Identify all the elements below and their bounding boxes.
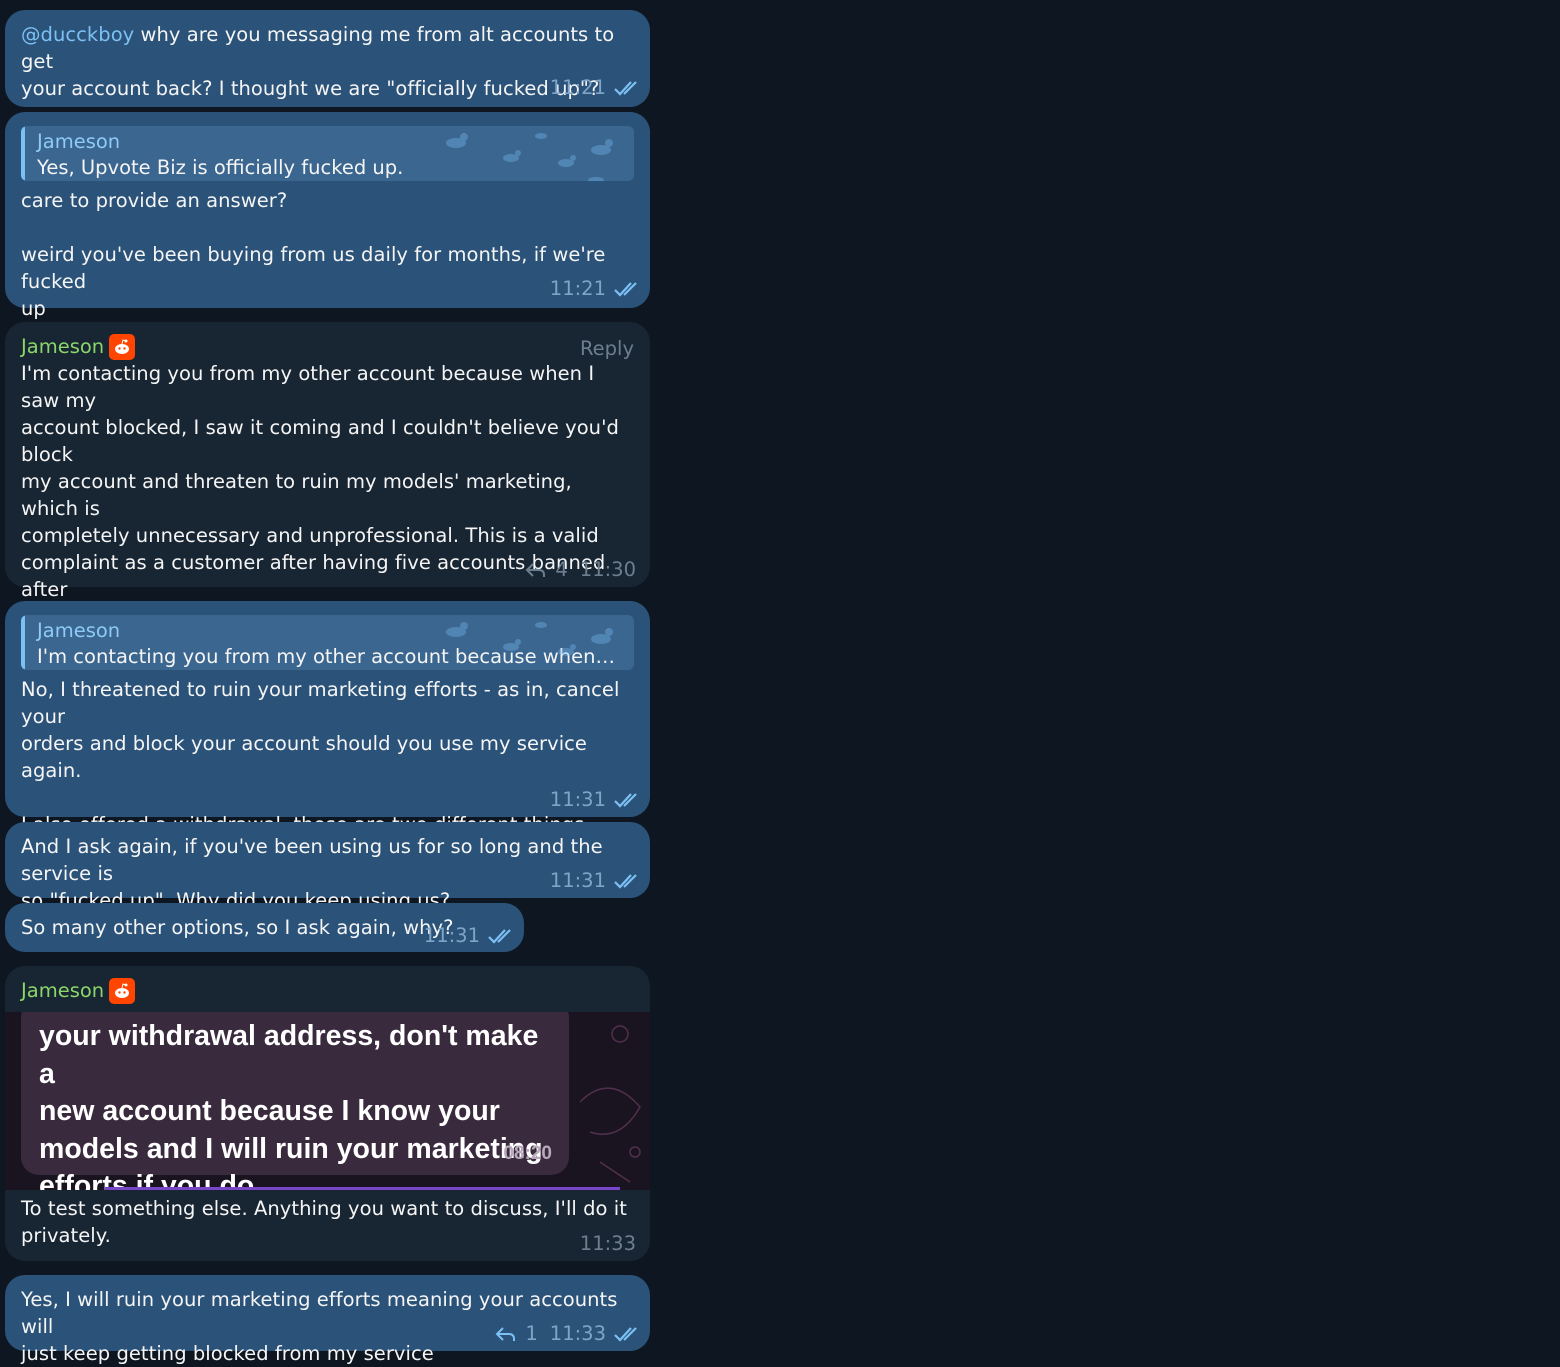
message-time: 11:31 [549, 869, 606, 892]
sender-name[interactable]: Jameson [21, 977, 634, 1004]
message-outgoing[interactable]: Jameson Yes, Upvote Biz is officially fu… [5, 112, 650, 320]
double-check-icon [614, 80, 637, 96]
message-text: @ducckboy why are you messaging me from … [21, 23, 615, 100]
reply-quote[interactable]: Jameson I'm contacting you from my other… [21, 615, 634, 670]
message-text: And I ask again, if you've been using us… [21, 835, 603, 912]
chat-history: @ducckboy why are you messaging me from … [0, 0, 1560, 1365]
pattern-decoration-icon [579, 1025, 641, 1183]
message-time: 11:31 [549, 788, 606, 811]
message-text: No, I threatened to ruin your marketing … [21, 678, 620, 836]
screenshot-image[interactable]: your withdrawal address, don't make a ne… [5, 1012, 650, 1190]
message-time: 11:33 [579, 1232, 636, 1255]
message-text: To test something else. Anything you wan… [21, 1197, 627, 1247]
reddit-icon [109, 977, 136, 1004]
message-outgoing[interactable]: So many other options, so I ask again, w… [5, 903, 524, 952]
message-meta: 11:21 [550, 275, 642, 302]
reply-arrow-icon[interactable] [495, 1325, 517, 1343]
message-meta: 11:33 [580, 1230, 636, 1257]
message-time: 11:30 [579, 558, 636, 581]
reply-quote[interactable]: Jameson Yes, Upvote Biz is officially fu… [21, 126, 634, 181]
message-time: 11:31 [423, 924, 480, 947]
message-time: 11:33 [549, 1322, 606, 1345]
screenshot-text: your withdrawal address, don't make a ne… [39, 1020, 543, 1190]
double-check-icon [614, 281, 637, 297]
duck-pattern-icon [446, 133, 613, 181]
reply-button[interactable]: Reply [580, 335, 634, 362]
message-outgoing[interactable]: And I ask again, if you've been using us… [5, 822, 650, 912]
message-meta: 11:31 [550, 867, 642, 894]
message-time: 11:21 [549, 76, 606, 99]
duck-pattern-icon [446, 622, 613, 656]
screenshot-bar [105, 1187, 620, 1190]
message-text: care to provide an answer? weird you've … [21, 189, 606, 320]
message-outgoing[interactable]: Yes, I will ruin your marketing efforts … [5, 1275, 650, 1365]
message-meta: 11:21 [550, 74, 642, 101]
double-check-icon [488, 928, 511, 944]
double-check-icon [614, 1326, 637, 1342]
double-check-icon [614, 792, 637, 808]
message-meta: 11:31 [424, 922, 516, 949]
message-outgoing[interactable]: @ducckboy why are you messaging me from … [5, 10, 650, 107]
reply-arrow-icon[interactable] [525, 561, 547, 579]
message-meta: 11:31 [550, 786, 642, 813]
message-meta: 1 11:33 [495, 1320, 642, 1347]
reply-count: 4 [555, 558, 568, 581]
double-check-icon [614, 873, 637, 889]
message-outgoing[interactable]: Jameson I'm contacting you from my other… [5, 601, 650, 836]
mention-link[interactable]: @ducckboy [21, 23, 134, 46]
screenshot-time: 08:20 [503, 1143, 552, 1164]
reddit-icon [109, 333, 136, 360]
message-time: 11:21 [549, 277, 606, 300]
message-incoming[interactable]: Jameson Reply I'm contacting you from my… [5, 322, 650, 736]
screenshot-bubble: your withdrawal address, don't make a ne… [21, 1012, 569, 1190]
message-incoming[interactable]: Jameson your withdrawal address, don't m… [5, 966, 650, 1261]
sender-name[interactable]: Jameson [21, 333, 634, 360]
message-meta: 4 11:30 [525, 556, 636, 583]
reply-count: 1 [525, 1322, 538, 1345]
